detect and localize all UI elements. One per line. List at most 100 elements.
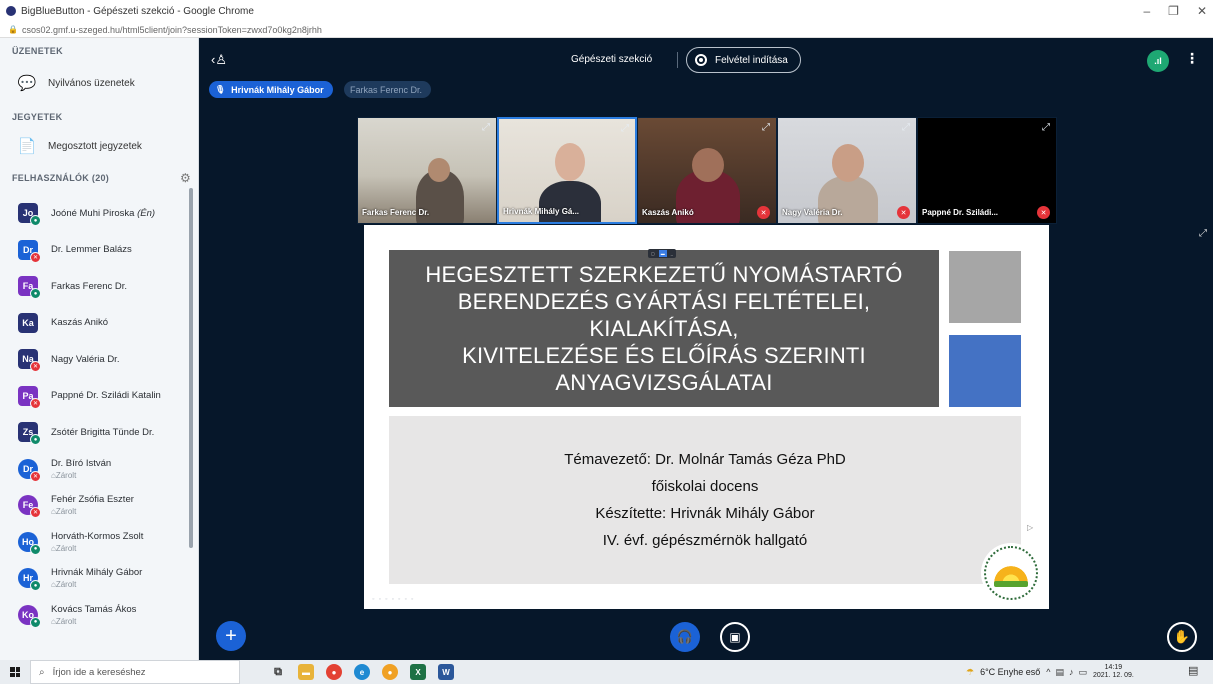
more-options-icon[interactable]: ⋮: [1185, 50, 1199, 67]
talking-indicator-inactive[interactable]: Farkas Ferenc Dr.: [344, 81, 432, 98]
webcam-tile[interactable]: ⤢ Farkas Ferenc Dr.: [357, 117, 497, 224]
user-list-item[interactable]: Dr ✕ Dr. Bíró István ⌂Zárolt: [18, 451, 188, 487]
public-chat-item[interactable]: 💬 Nyilvános üzenetek: [16, 72, 135, 94]
minimize-icon[interactable]: –: [1143, 4, 1150, 18]
user-list-item[interactable]: Zs ● Zsótér Brigitta Tünde Dr.: [18, 414, 188, 450]
talking-indicator-active[interactable]: 🎙 Hrivnák Mihály Gábor: [209, 81, 333, 98]
file-explorer-icon[interactable]: ▬: [298, 664, 314, 680]
user-list-item[interactable]: Ka Kaszás Anikó: [18, 305, 188, 341]
notification-icon[interactable]: ▤: [1188, 664, 1203, 679]
avatar: Hr ●: [18, 568, 41, 591]
browser-titlebar: BigBlueButton - Gépészeti szekció - Goog…: [0, 0, 1213, 22]
webcam-tile[interactable]: ⤢ Kaszás Anikó ✕: [637, 117, 777, 224]
user-list-item[interactable]: Pa ✕ Pappné Dr. Sziládi Katalin: [18, 378, 188, 414]
user-name: Kaszás Anikó: [51, 317, 109, 328]
user-list-item[interactable]: Hr ● Hrivnák Mihály Gábor ⌂Zárolt: [18, 560, 188, 596]
webcam-tile[interactable]: ⤢ Nagy Valéria Dr. ✕: [777, 117, 917, 224]
excel-icon[interactable]: X: [410, 664, 426, 680]
chrome-canary-icon[interactable]: ●: [382, 664, 398, 680]
user-name: Fehér Zsófia Eszter: [51, 494, 134, 505]
raise-hand-button[interactable]: ✋: [1167, 622, 1197, 652]
user-name: Pappné Dr. Sziládi Katalin: [51, 390, 161, 401]
expand-icon[interactable]: ⤢: [621, 123, 629, 134]
word-icon[interactable]: W: [438, 664, 454, 680]
sidebar-scrollbar[interactable]: [189, 188, 193, 548]
slide-mini-toolbar[interactable]: ▢ ▬ _: [648, 249, 677, 258]
taskbar-search[interactable]: ⌕ Írjon ide a kereséshez: [30, 660, 240, 684]
webcam-name: Farkas Ferenc Dr.: [362, 208, 430, 217]
user-list-item[interactable]: Na ✕ Nagy Valéria Dr.: [18, 341, 188, 377]
clock[interactable]: 14:19 2021. 12. 09.: [1093, 664, 1134, 680]
expand-icon[interactable]: ⤢: [482, 122, 490, 133]
user-name: Zsótér Brigitta Tünde Dr.: [51, 426, 155, 438]
notes-section-title: JEGYETEK: [12, 112, 63, 122]
expand-icon[interactable]: ⤢: [1042, 122, 1050, 133]
webcam-name: Pappné Dr. Sziládi...: [922, 208, 999, 217]
webcam-name: Nagy Valéria Dr.: [782, 208, 843, 217]
user-list-item[interactable]: Ho ● Horváth-Kormos Zsolt ⌂Zárolt: [18, 524, 188, 560]
search-placeholder: Írjon ide a kereséshez: [52, 666, 146, 678]
user-list-item[interactable]: Fa ● Farkas Ferenc Dr.: [18, 268, 188, 304]
user-list-item[interactable]: Dr ✕ Dr. Lemmer Balázs: [18, 232, 188, 268]
webcam-name: Hrivnák Mihály Gá...: [503, 207, 580, 216]
self-indicator: (Én): [137, 207, 156, 219]
weather-text[interactable]: 6°C Enyhe eső: [980, 667, 1040, 677]
share-webcam-button[interactable]: ▣: [720, 622, 750, 652]
locked-status: ⌂Zárolt: [51, 580, 77, 589]
avatar: Na ✕: [18, 349, 41, 372]
windows-logo-icon: [10, 667, 20, 677]
leave-audio-button[interactable]: 🎧: [670, 622, 700, 652]
user-name: Nagy Valéria Dr.: [51, 353, 120, 365]
gear-icon[interactable]: ⚙: [180, 171, 191, 185]
user-name: Dr. Bíró István: [51, 457, 112, 469]
close-icon[interactable]: ✕: [1197, 4, 1207, 18]
edge-icon[interactable]: e: [354, 664, 370, 680]
user-list-item[interactable]: Ko ● Kovács Tamás Ákos ⌂Zárolt: [18, 597, 188, 633]
muted-microphone-icon: ✕: [1037, 206, 1050, 219]
meeting-title: Gépészeti szekció: [571, 54, 653, 65]
microphone-icon: ●: [30, 616, 41, 628]
slide-gray-square: [949, 251, 1021, 323]
expand-icon[interactable]: ⤢: [762, 122, 770, 133]
shared-notes-item[interactable]: 📄 Megosztott jegyzetek: [16, 135, 142, 157]
connection-status-icon[interactable]: .ıl: [1147, 50, 1169, 72]
microphone-icon: ●: [30, 543, 41, 555]
user-list-item[interactable]: Jo ● Joóné Muhi Piroska (Én): [18, 195, 188, 231]
muted-microphone-icon: ✕: [30, 507, 41, 518]
cursor-icon: ▷: [1027, 523, 1034, 532]
chrome-icon[interactable]: ●: [326, 664, 342, 680]
microphone-icon: 🎙: [215, 85, 226, 94]
actions-plus-button[interactable]: +: [216, 621, 246, 651]
slide-info-box: Témavezető: Dr. Molnár Tamás Géza PhD fő…: [389, 416, 1021, 584]
chevron-up-icon[interactable]: ^: [1046, 667, 1050, 678]
webcam-strip: ⤢ Farkas Ferenc Dr. ⤢ Hrivnák Mihály Gá.…: [357, 117, 1057, 224]
avatar: Zs ●: [18, 422, 41, 445]
microphone-icon: ●: [30, 215, 41, 226]
tray-icons[interactable]: ^ ▤ ♪ ▭: [1046, 667, 1087, 678]
users-section-title: FELHASZNÁLÓK (20): [12, 173, 110, 183]
avatar: Ko ●: [18, 604, 41, 628]
language-icon[interactable]: ▭: [1078, 667, 1087, 678]
public-chat-label: Nyilvános üzenetek: [48, 77, 135, 89]
user-list-item[interactable]: Fe ✕ Fehér Zsófia Eszter ⌂Zárolt: [18, 487, 188, 523]
webcam-tile[interactable]: ⤢ Pappné Dr. Sziládi... ✕: [917, 117, 1057, 224]
hand-icon: ✋: [1173, 629, 1191, 644]
hide-users-icon[interactable]: ‹♙: [211, 52, 227, 68]
user-name: Farkas Ferenc Dr.: [51, 280, 128, 292]
task-view-icon[interactable]: ⧉: [270, 664, 286, 680]
restore-icon[interactable]: ❐: [1168, 4, 1179, 18]
slide-tools-icons[interactable]: ◦◦◦◦◦◦◦: [372, 596, 417, 603]
lock-icon: 🔒: [8, 25, 18, 34]
muted-microphone-icon: ✕: [757, 206, 770, 219]
expand-icon[interactable]: ⤢: [902, 122, 910, 133]
address-bar[interactable]: 🔒 csos02.gmf.u-szeged.hu/html5client/joi…: [0, 22, 1213, 38]
webcam-tile[interactable]: ⤢ Hrivnák Mihály Gá...: [497, 117, 637, 224]
clock-time: 14:19: [1104, 664, 1123, 671]
toolbar-highlight: ▬: [658, 250, 667, 257]
muted-microphone-icon: ✕: [30, 397, 41, 409]
fullscreen-icon[interactable]: ⤢: [1199, 228, 1207, 239]
speaker-icon[interactable]: ♪: [1069, 667, 1074, 678]
network-icon[interactable]: ▤: [1055, 667, 1064, 678]
start-button[interactable]: [0, 660, 30, 684]
record-button[interactable]: Felvétel indítása: [686, 47, 801, 73]
